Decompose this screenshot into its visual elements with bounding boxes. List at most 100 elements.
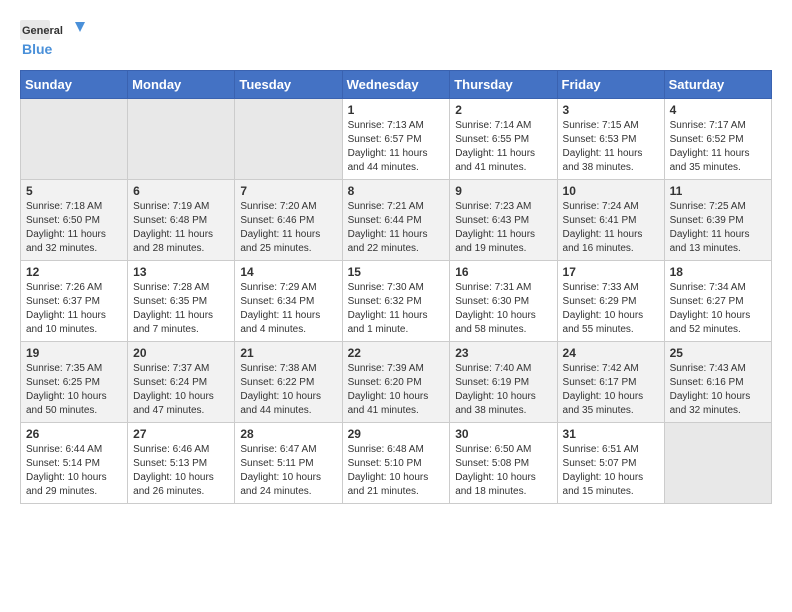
calendar-cell — [664, 423, 771, 504]
day-number: 9 — [455, 184, 551, 198]
calendar-cell: 1 Sunrise: 7:13 AM Sunset: 6:57 PM Daylig… — [342, 99, 450, 180]
day-number: 30 — [455, 427, 551, 441]
day-info: Sunrise: 7:33 AM Sunset: 6:29 PM Dayligh… — [563, 281, 659, 337]
day-info: Sunrise: 7:34 AM Sunset: 6:27 PM Dayligh… — [670, 281, 766, 337]
day-number: 14 — [240, 265, 336, 279]
calendar-cell: 15 Sunrise: 7:30 AM Sunset: 6:32 PM Dayli… — [342, 261, 450, 342]
day-number: 28 — [240, 427, 336, 441]
svg-text:Blue: Blue — [22, 41, 53, 57]
day-info: Sunrise: 6:51 AM Sunset: 5:07 PM Dayligh… — [563, 443, 659, 499]
calendar-cell: 23 Sunrise: 7:40 AM Sunset: 6:19 PM Dayli… — [450, 342, 557, 423]
day-number: 5 — [26, 184, 122, 198]
day-info: Sunrise: 7:23 AM Sunset: 6:43 PM Dayligh… — [455, 200, 551, 256]
day-number: 23 — [455, 346, 551, 360]
day-number: 6 — [133, 184, 229, 198]
day-info: Sunrise: 7:13 AM Sunset: 6:57 PM Dayligh… — [348, 119, 445, 175]
calendar-cell: 5 Sunrise: 7:18 AM Sunset: 6:50 PM Daylig… — [21, 180, 128, 261]
day-info: Sunrise: 7:40 AM Sunset: 6:19 PM Dayligh… — [455, 362, 551, 418]
calendar-cell: 19Sunrise: 7:35 AM Sunset: 6:25 PM Dayli… — [21, 342, 128, 423]
day-info: Sunrise: 7:28 AM Sunset: 6:35 PM Dayligh… — [133, 281, 229, 337]
calendar-cell: 24 Sunrise: 7:42 AM Sunset: 6:17 PM Dayli… — [557, 342, 664, 423]
day-number: 27 — [133, 427, 229, 441]
calendar-cell: 18 Sunrise: 7:34 AM Sunset: 6:27 PM Dayli… — [664, 261, 771, 342]
day-number: 12 — [26, 265, 122, 279]
day-info: Sunrise: 7:42 AM Sunset: 6:17 PM Dayligh… — [563, 362, 659, 418]
day-info: Sunrise: 7:17 AM Sunset: 6:52 PM Dayligh… — [670, 119, 766, 175]
logo: General Blue — [20, 20, 90, 60]
day-info: Sunrise: 7:37 AM Sunset: 6:24 PM Dayligh… — [133, 362, 229, 418]
day-info: Sunrise: 7:29 AM Sunset: 6:34 PM Dayligh… — [240, 281, 336, 337]
calendar-cell: 20 Sunrise: 7:37 AM Sunset: 6:24 PM Dayli… — [128, 342, 235, 423]
day-header-tuesday: Tuesday — [235, 71, 342, 99]
calendar-cell: 8Sunrise: 7:21 AM Sunset: 6:44 PM Daylig… — [342, 180, 450, 261]
calendar-cell: 6 Sunrise: 7:19 AM Sunset: 6:48 PM Daylig… — [128, 180, 235, 261]
calendar-cell: 30 Sunrise: 6:50 AM Sunset: 5:08 PM Dayli… — [450, 423, 557, 504]
day-info: Sunrise: 7:24 AM Sunset: 6:41 PM Dayligh… — [563, 200, 659, 256]
day-number: 18 — [670, 265, 766, 279]
day-info: Sunrise: 7:30 AM Sunset: 6:32 PM Dayligh… — [348, 281, 445, 337]
day-number: 22 — [348, 346, 445, 360]
day-number: 10 — [563, 184, 659, 198]
calendar-cell: 27 Sunrise: 6:46 AM Sunset: 5:13 PM Dayli… — [128, 423, 235, 504]
calendar-table: SundayMondayTuesdayWednesdayThursdayFrid… — [20, 70, 772, 504]
day-number: 13 — [133, 265, 229, 279]
svg-text:General: General — [22, 25, 63, 37]
logo-svg: General Blue — [20, 20, 90, 60]
day-info: Sunrise: 7:25 AM Sunset: 6:39 PM Dayligh… — [670, 200, 766, 256]
calendar-cell: 9 Sunrise: 7:23 AM Sunset: 6:43 PM Daylig… — [450, 180, 557, 261]
calendar-cell: 3Sunrise: 7:15 AM Sunset: 6:53 PM Daylig… — [557, 99, 664, 180]
day-number: 11 — [670, 184, 766, 198]
day-number: 16 — [455, 265, 551, 279]
calendar-cell: 14 Sunrise: 7:29 AM Sunset: 6:34 PM Dayli… — [235, 261, 342, 342]
day-info: Sunrise: 7:21 AM Sunset: 6:44 PM Dayligh… — [348, 200, 445, 256]
day-info: Sunrise: 6:47 AM Sunset: 5:11 PM Dayligh… — [240, 443, 336, 499]
day-number: 29 — [348, 427, 445, 441]
day-number: 25 — [670, 346, 766, 360]
calendar-cell: 10 Sunrise: 7:24 AM Sunset: 6:41 PM Dayli… — [557, 180, 664, 261]
day-info: Sunrise: 6:50 AM Sunset: 5:08 PM Dayligh… — [455, 443, 551, 499]
day-info: Sunrise: 6:46 AM Sunset: 5:13 PM Dayligh… — [133, 443, 229, 499]
calendar-cell: 11 Sunrise: 7:25 AM Sunset: 6:39 PM Dayli… — [664, 180, 771, 261]
day-info: Sunrise: 7:20 AM Sunset: 6:46 PM Dayligh… — [240, 200, 336, 256]
day-number: 7 — [240, 184, 336, 198]
calendar-week-3: 19Sunrise: 7:35 AM Sunset: 6:25 PM Dayli… — [21, 342, 772, 423]
calendar-cell: 17 Sunrise: 7:33 AM Sunset: 6:29 PM Dayli… — [557, 261, 664, 342]
calendar-week-0: 1 Sunrise: 7:13 AM Sunset: 6:57 PM Daylig… — [21, 99, 772, 180]
calendar-cell: 4Sunrise: 7:17 AM Sunset: 6:52 PM Daylig… — [664, 99, 771, 180]
calendar-cell: 28 Sunrise: 6:47 AM Sunset: 5:11 PM Dayli… — [235, 423, 342, 504]
calendar-cell — [235, 99, 342, 180]
day-header-sunday: Sunday — [21, 71, 128, 99]
day-info: Sunrise: 7:14 AM Sunset: 6:55 PM Dayligh… — [455, 119, 551, 175]
calendar-cell: 29Sunrise: 6:48 AM Sunset: 5:10 PM Dayli… — [342, 423, 450, 504]
day-number: 24 — [563, 346, 659, 360]
calendar-cell — [21, 99, 128, 180]
day-header-friday: Friday — [557, 71, 664, 99]
day-info: Sunrise: 7:31 AM Sunset: 6:30 PM Dayligh… — [455, 281, 551, 337]
day-info: Sunrise: 7:35 AM Sunset: 6:25 PM Dayligh… — [26, 362, 122, 418]
calendar-cell: 21Sunrise: 7:38 AM Sunset: 6:22 PM Dayli… — [235, 342, 342, 423]
calendar-cell: 7 Sunrise: 7:20 AM Sunset: 6:46 PM Daylig… — [235, 180, 342, 261]
day-header-thursday: Thursday — [450, 71, 557, 99]
calendar-header-row: SundayMondayTuesdayWednesdayThursdayFrid… — [21, 71, 772, 99]
calendar-cell: 12Sunrise: 7:26 AM Sunset: 6:37 PM Dayli… — [21, 261, 128, 342]
day-number: 2 — [455, 103, 551, 117]
day-header-monday: Monday — [128, 71, 235, 99]
day-number: 15 — [348, 265, 445, 279]
calendar-cell: 22Sunrise: 7:39 AM Sunset: 6:20 PM Dayli… — [342, 342, 450, 423]
day-number: 3 — [563, 103, 659, 117]
day-info: Sunrise: 6:44 AM Sunset: 5:14 PM Dayligh… — [26, 443, 122, 499]
page-header: General Blue — [20, 20, 772, 60]
calendar-week-4: 26 Sunrise: 6:44 AM Sunset: 5:14 PM Dayli… — [21, 423, 772, 504]
day-number: 17 — [563, 265, 659, 279]
calendar-cell: 16 Sunrise: 7:31 AM Sunset: 6:30 PM Dayli… — [450, 261, 557, 342]
calendar-body: 1 Sunrise: 7:13 AM Sunset: 6:57 PM Daylig… — [21, 99, 772, 504]
day-header-wednesday: Wednesday — [342, 71, 450, 99]
day-info: Sunrise: 7:18 AM Sunset: 6:50 PM Dayligh… — [26, 200, 122, 256]
day-number: 20 — [133, 346, 229, 360]
day-number: 1 — [348, 103, 445, 117]
day-number: 26 — [26, 427, 122, 441]
calendar-cell: 26 Sunrise: 6:44 AM Sunset: 5:14 PM Dayli… — [21, 423, 128, 504]
day-header-saturday: Saturday — [664, 71, 771, 99]
day-info: Sunrise: 7:19 AM Sunset: 6:48 PM Dayligh… — [133, 200, 229, 256]
calendar-week-2: 12Sunrise: 7:26 AM Sunset: 6:37 PM Dayli… — [21, 261, 772, 342]
